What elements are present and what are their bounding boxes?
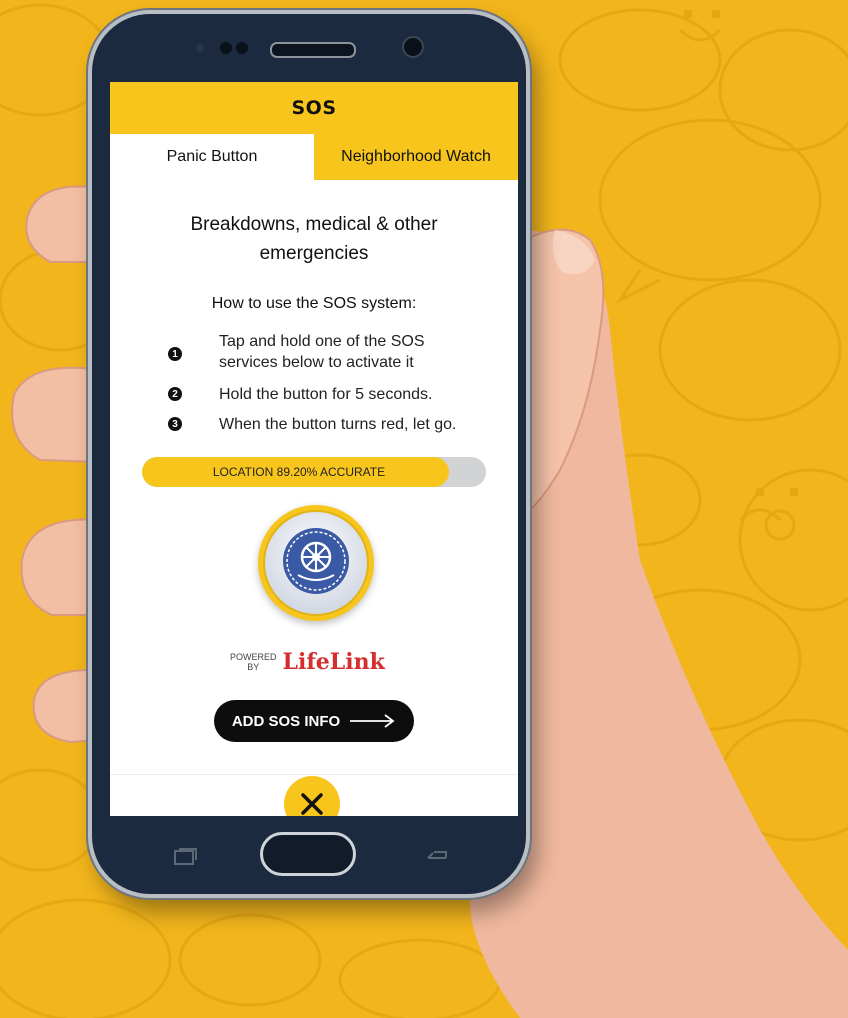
app-header: SOS xyxy=(110,82,518,134)
powered-by-branding: POWERED BY LifeLink xyxy=(230,648,385,676)
step-number-badge: 2 xyxy=(168,387,182,401)
close-button[interactable] xyxy=(284,776,340,816)
tab-label: Neighborhood Watch xyxy=(341,148,491,165)
powered-by-prefix: BY xyxy=(247,662,260,672)
add-sos-info-button[interactable]: ADD SOS INFO xyxy=(214,700,414,742)
tab-panic-button[interactable]: Panic Button xyxy=(110,134,314,180)
step-text: When the button turns red, let go. xyxy=(219,416,457,433)
arrow-right-icon xyxy=(350,714,395,728)
step-text: Tap and hold one of the SOS services bel… xyxy=(219,333,425,371)
location-accuracy-bar: LOCATION 89.20% ACCURATE xyxy=(142,457,486,487)
page-title: SOS xyxy=(291,97,337,119)
heading-line: emergencies xyxy=(259,243,369,264)
tab-bar: Panic Button Neighborhood Watch xyxy=(110,134,518,180)
front-camera xyxy=(402,36,424,58)
tab-neighborhood-watch[interactable]: Neighborhood Watch xyxy=(314,134,518,180)
app-screen: SOS Panic Button Neighborhood Watch Brea… xyxy=(110,82,518,816)
wheel-laurel-emblem-icon xyxy=(263,510,369,616)
sos-service-button[interactable] xyxy=(258,505,374,621)
heading-line: Breakdowns, medical & other xyxy=(190,214,438,235)
sensor-dot xyxy=(236,42,248,54)
home-button[interactable] xyxy=(260,832,356,876)
divider xyxy=(110,774,518,775)
step-text: Hold the button for 5 seconds. xyxy=(219,386,433,403)
close-icon xyxy=(301,793,323,815)
emergency-heading: Breakdowns, medical & other emergencies xyxy=(140,210,488,268)
location-accuracy-label: LOCATION 89.20% ACCURATE xyxy=(212,465,386,479)
earpiece-speaker xyxy=(270,42,356,58)
tab-label: Panic Button xyxy=(166,148,258,165)
sensor-dot xyxy=(220,42,232,54)
instructions-title: How to use the SOS system: xyxy=(211,295,417,312)
powered-by-prefix: POWERED xyxy=(230,652,277,662)
recent-apps-icon[interactable] xyxy=(172,846,198,872)
step-number-badge: 3 xyxy=(168,417,182,431)
lifelink-logo: LifeLink xyxy=(282,649,385,675)
sensor-dot xyxy=(196,44,204,52)
back-icon[interactable] xyxy=(422,846,450,872)
add-sos-info-label: ADD SOS INFO xyxy=(231,712,341,730)
step-number-badge: 1 xyxy=(168,347,182,361)
